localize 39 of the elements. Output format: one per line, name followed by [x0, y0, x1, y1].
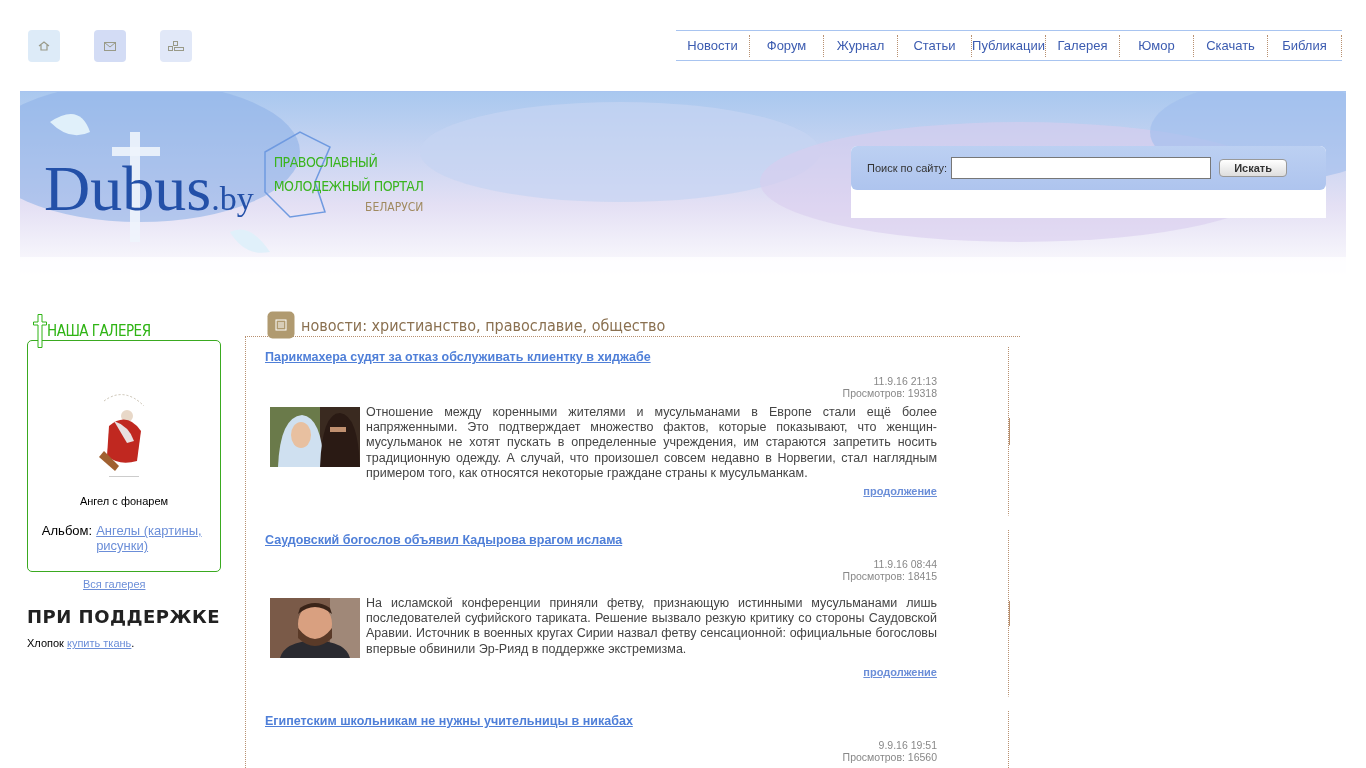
logo-domain: .by [211, 180, 254, 218]
article-summary: На исламской конференции приняли фетву, признающую истинными мусульманами лишь последователей суфийского тариката. Решение вызвало резкую критику со стороны Саудовской Аравии. Источник в военных кругах Сирии назвал фетву сенсационной: официальные богословы впервые обвинили Эр-Рияд в поддержке экстремизма. [366, 596, 937, 657]
home-icon[interactable] [38, 41, 50, 51]
article-title-link[interactable]: Египетским школьникам не нужны учительницы в никабах [265, 714, 633, 728]
article-date: 9.9.16 19:51 [878, 739, 937, 751]
search-field[interactable] [951, 157, 1212, 179]
tagline: ПРАВОСЛАВНЫЙ [273, 152, 378, 172]
logo-text: Dubus [44, 152, 212, 226]
album-link[interactable]: Ангелы (картины, рисунки) [96, 523, 207, 553]
sponsor-text: Хлопок купить ткань. [27, 637, 136, 649]
nav-link[interactable]: Статьи [898, 34, 972, 57]
nav-link[interactable]: Галерея [1046, 34, 1120, 57]
nav-link[interactable]: Журнал [824, 34, 898, 57]
nav-link[interactable]: Библия [1268, 34, 1342, 57]
search-button[interactable]: Искать [1219, 159, 1287, 177]
search-label: Поиск по сайту: [867, 162, 948, 174]
article-title-link[interactable]: Саудовский богослов объявил Кадырова врагом ислама [265, 533, 623, 547]
nav-link[interactable]: Скачать [1194, 34, 1268, 57]
nav-link[interactable]: Юмор [1120, 34, 1194, 57]
tagline: БЕЛАРУСИ [365, 199, 424, 216]
section-title: новости: христианство, православие, общество [301, 315, 666, 335]
nav-link[interactable]: Публикации [972, 34, 1046, 57]
article-summary: Отношение между коренными жителями и мусульманами в Европе стали ещё более напряженными. Это подтверждает множество фактов, которые показывают, что женщин-мусульманок не хотят пускать в определенные учреждения, им стараются запретить носить традиционную одежду. А случай, что произошел совсем недавно в Норвегии, стал наглядным примером того, как относятся некоторые граждане страны к мусульманкам. [366, 405, 937, 481]
nav-link[interactable]: Новости [676, 34, 750, 57]
image-caption: Ангел с фонарем [79, 495, 169, 507]
article-title-link[interactable]: Парикмахера судят за отказ обслуживать клиентку в хиджабе [265, 350, 651, 364]
mail-icon[interactable] [104, 41, 116, 51]
nav-link[interactable]: Форум [750, 34, 824, 57]
album-label: Альбом: [41, 523, 93, 540]
section-title: НАША ГАЛЕРЕЯ [47, 322, 151, 340]
article-date: 11.9.16 08:44 [873, 558, 937, 570]
article-date: 11.9.16 21:13 [873, 375, 937, 387]
gallery-link[interactable]: Вся галерея [83, 578, 221, 590]
view-count: Просмотров: 19318 [842, 387, 937, 399]
sitemap-icon[interactable] [168, 41, 184, 51]
view-count: Просмотров: 16560 [842, 751, 937, 763]
view-count: Просмотров: 18415 [842, 570, 937, 582]
tagline: МОЛОДЕЖНЫЙ ПОРТАЛ [273, 176, 424, 196]
section-title: ПРИ ПОДДЕРЖКЕ [27, 606, 221, 627]
